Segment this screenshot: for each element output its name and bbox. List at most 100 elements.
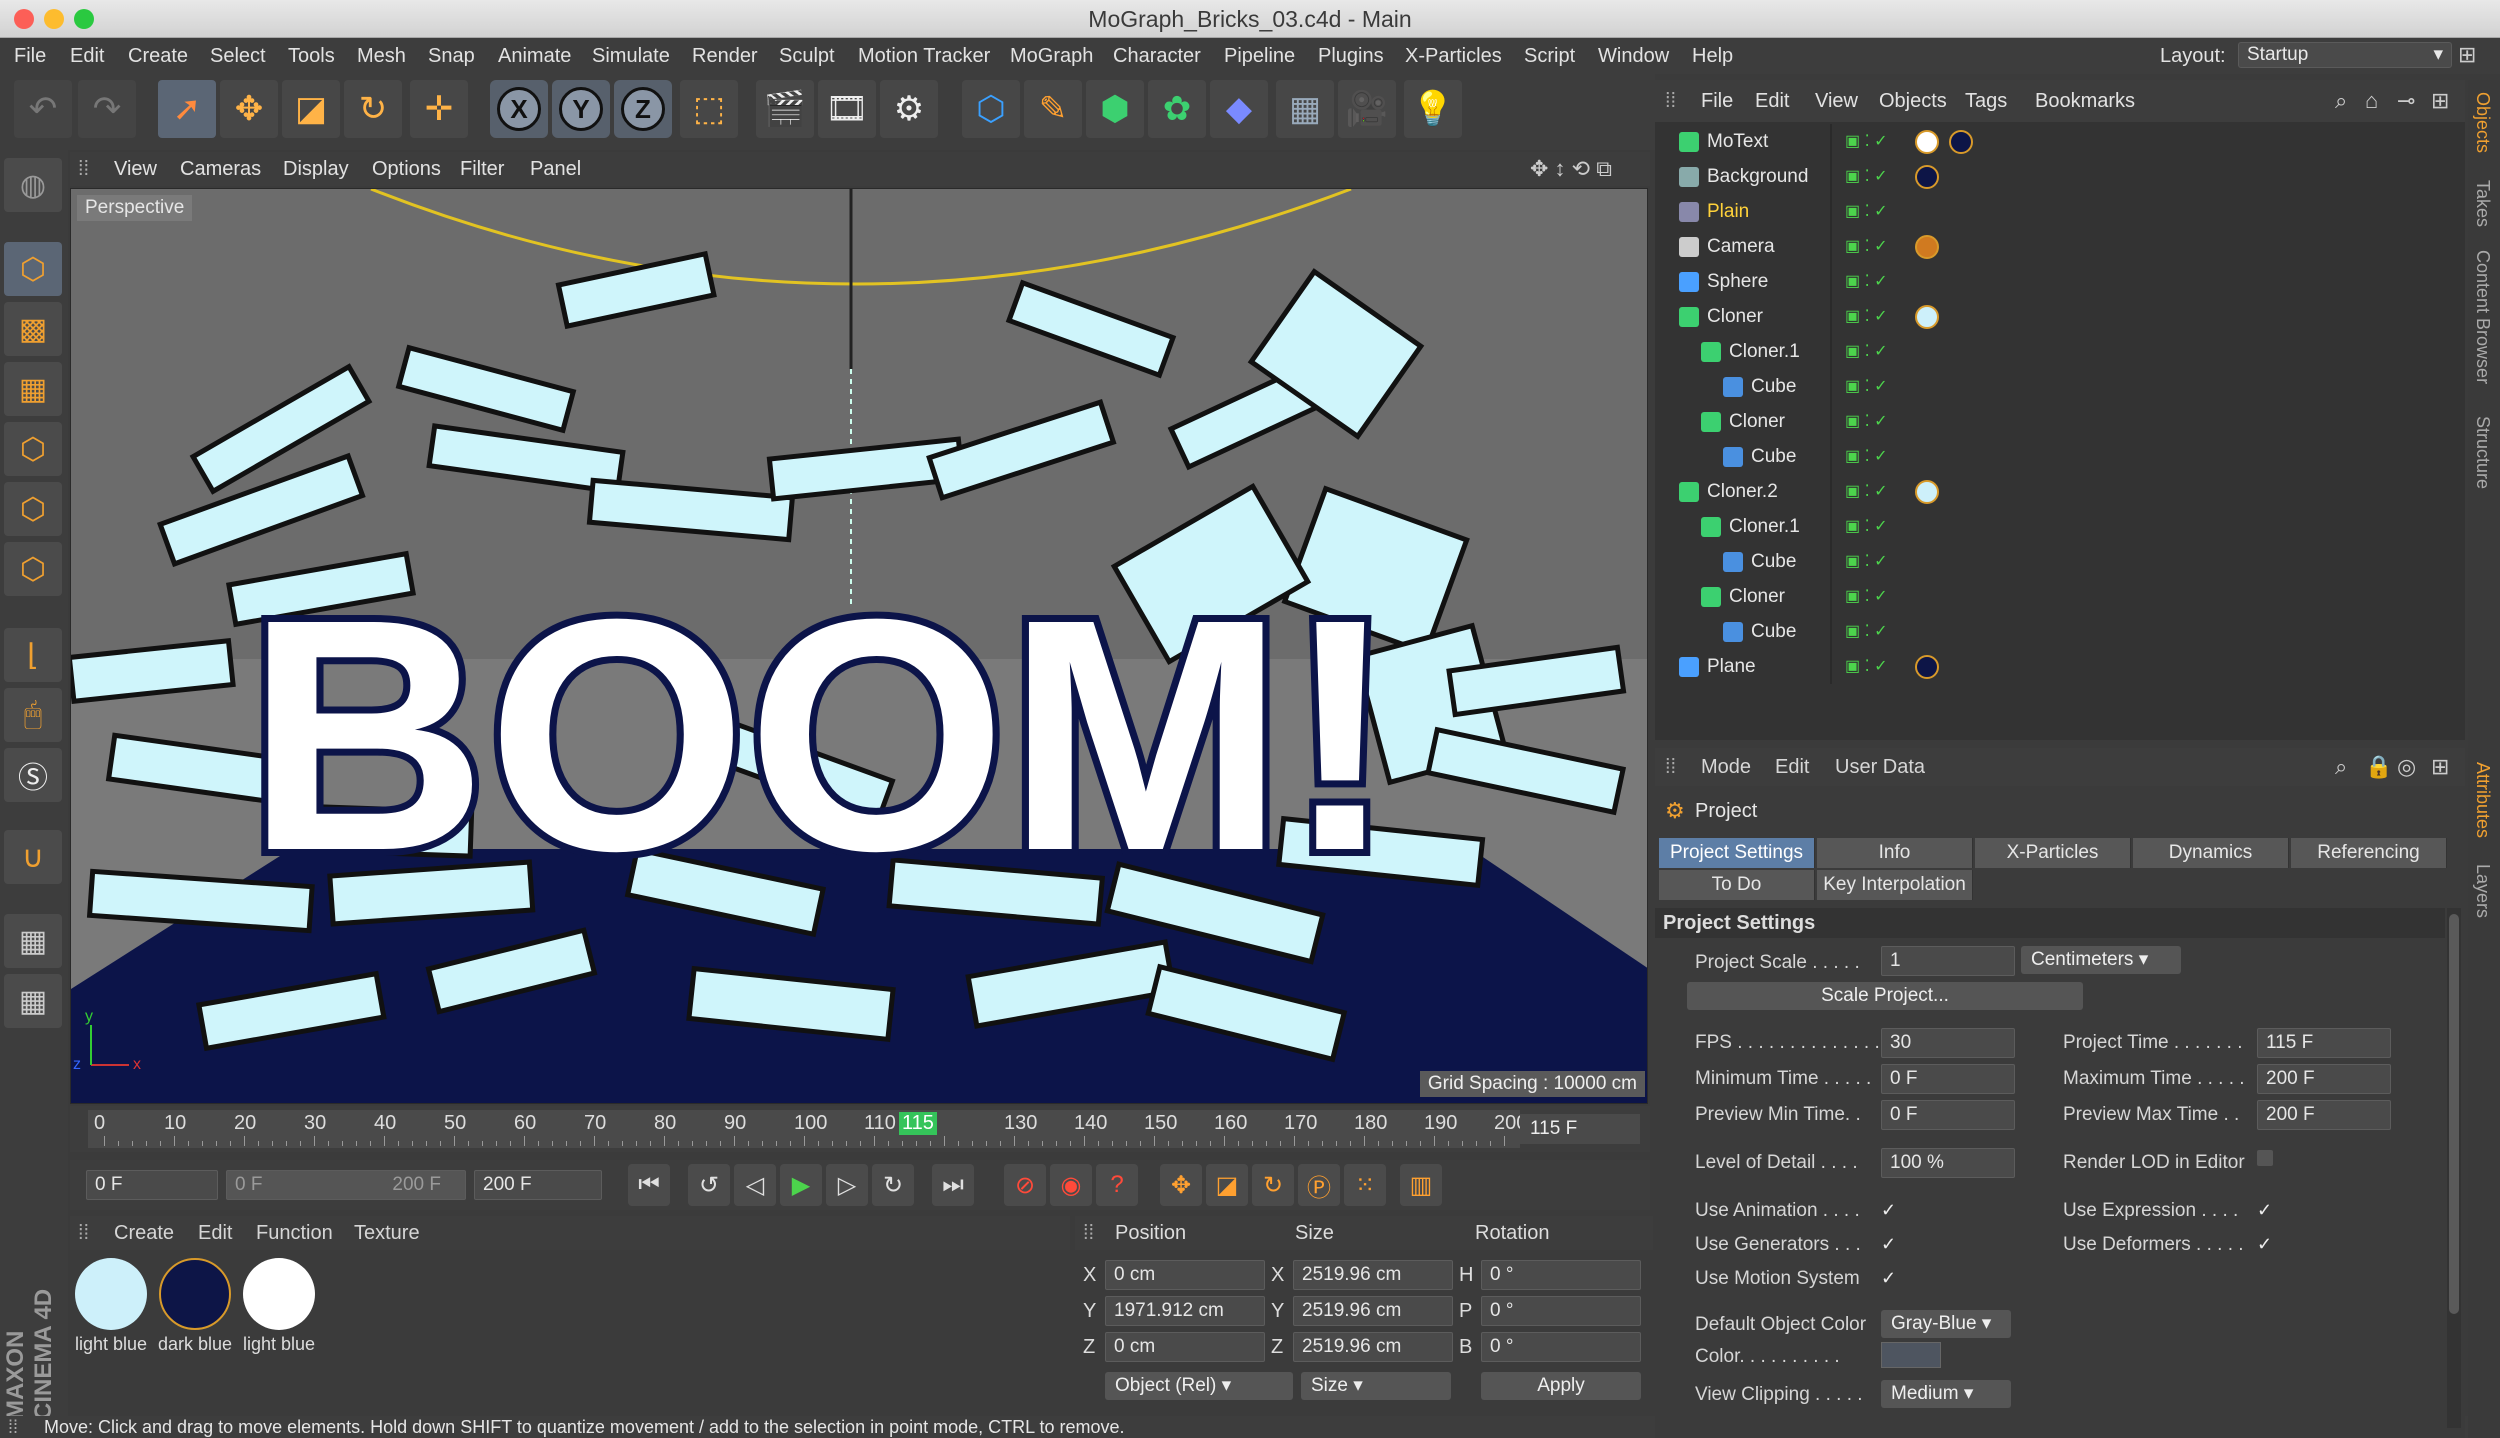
- next-frame-icon[interactable]: ▷: [826, 1164, 868, 1206]
- size-z-field[interactable]: 2519.96 cm: [1293, 1332, 1453, 1362]
- material-tag-icon[interactable]: [1915, 305, 1939, 329]
- rotation-b-field[interactable]: 0 °: [1481, 1332, 1641, 1362]
- material-swatch[interactable]: dark blue: [156, 1258, 234, 1355]
- render-settings-icon[interactable]: ⚙: [880, 80, 938, 138]
- menu-snap[interactable]: Snap: [428, 38, 475, 74]
- size-mode-select[interactable]: Size ▾: [1301, 1372, 1451, 1400]
- link-icon[interactable]: ⊸: [2397, 80, 2415, 122]
- material-tag-icon[interactable]: [1915, 655, 1939, 679]
- menu-mograph[interactable]: MoGraph: [1010, 38, 1093, 74]
- snap-icon[interactable]: ∪: [4, 830, 62, 884]
- use-generators-checkbox[interactable]: ✓: [1881, 1234, 1901, 1254]
- vp-menu-options[interactable]: Options: [372, 152, 441, 186]
- menu-create[interactable]: Create: [128, 38, 188, 74]
- key-rotation-icon[interactable]: ↻: [1252, 1164, 1294, 1206]
- size-x-field[interactable]: 2519.96 cm: [1293, 1260, 1453, 1290]
- play-icon[interactable]: ▶: [780, 1164, 822, 1206]
- search-icon[interactable]: ⌕: [2335, 80, 2347, 122]
- floor-icon[interactable]: ▦: [1276, 80, 1334, 138]
- object-row[interactable]: Sphere ▣ ⁚ ✓: [1655, 264, 2465, 299]
- pen-icon[interactable]: ✎: [1024, 80, 1082, 138]
- object-row[interactable]: Plain ▣ ⁚ ✓: [1655, 194, 2465, 229]
- tab-takes[interactable]: Takes: [2472, 180, 2493, 227]
- attr-menu-edit[interactable]: Edit: [1775, 748, 1809, 786]
- menu-x-particles[interactable]: X-Particles: [1405, 38, 1502, 74]
- close-window-button[interactable]: [14, 9, 34, 29]
- tab-project-settings[interactable]: Project Settings: [1659, 838, 1815, 868]
- axis-mode-icon[interactable]: ⌊: [4, 628, 62, 682]
- preview-min-field[interactable]: 0 F: [1881, 1100, 2015, 1130]
- mat-menu-texture[interactable]: Texture: [354, 1216, 420, 1250]
- apply-button[interactable]: Apply: [1481, 1372, 1641, 1400]
- visibility-toggle-icon[interactable]: ▣ ⁚ ✓: [1845, 264, 1888, 299]
- tweak-mode-icon[interactable]: 🖱: [4, 688, 62, 742]
- planar-workplane-icon[interactable]: ▦: [4, 974, 62, 1028]
- tab-info[interactable]: Info: [1817, 838, 1973, 868]
- subdivision-icon[interactable]: ⬢: [1086, 80, 1144, 138]
- object-row[interactable]: Plane ▣ ⁚ ✓: [1655, 649, 2465, 684]
- key-position-icon[interactable]: ✥: [1160, 1164, 1202, 1206]
- project-time-field[interactable]: 115 F: [2257, 1028, 2391, 1058]
- tab-x-particles[interactable]: X-Particles: [1975, 838, 2131, 868]
- menu-script[interactable]: Script: [1524, 38, 1575, 74]
- object-row[interactable]: Cloner.1 ▣ ⁚ ✓: [1655, 334, 2465, 369]
- home-icon[interactable]: ⌂: [2365, 80, 2378, 122]
- coordinate-system-icon[interactable]: ⬚: [680, 80, 738, 138]
- rotate-tool-icon[interactable]: ↻: [344, 80, 402, 138]
- use-animation-checkbox[interactable]: ✓: [1881, 1200, 1901, 1220]
- material-tag-icon[interactable]: [1915, 235, 1939, 259]
- object-row[interactable]: Background ▣ ⁚ ✓: [1655, 159, 2465, 194]
- object-row[interactable]: Cube ▣ ⁚ ✓: [1655, 614, 2465, 649]
- search-icon[interactable]: ⌕: [2335, 748, 2347, 786]
- use-motion-checkbox[interactable]: ✓: [1881, 1268, 1901, 1288]
- visibility-toggle-icon[interactable]: ▣ ⁚ ✓: [1845, 474, 1888, 509]
- use-deformers-checkbox[interactable]: ✓: [2257, 1234, 2277, 1254]
- preview-range-slider[interactable]: 0 F 200 F: [226, 1170, 466, 1200]
- record-keys-icon[interactable]: ⊘: [1004, 1164, 1046, 1206]
- start-frame-field[interactable]: 0 F: [86, 1170, 218, 1200]
- object-row[interactable]: Cloner ▣ ⁚ ✓: [1655, 579, 2465, 614]
- scale-tool-icon[interactable]: ◪: [282, 80, 340, 138]
- rotation-h-field[interactable]: 0 °: [1481, 1260, 1641, 1290]
- visibility-toggle-icon[interactable]: ▣ ⁚ ✓: [1845, 439, 1888, 474]
- position-z-field[interactable]: 0 cm: [1105, 1332, 1265, 1362]
- obj-menu-edit[interactable]: Edit: [1755, 80, 1789, 122]
- redo-icon[interactable]: ↷: [78, 80, 136, 138]
- lod-field[interactable]: 100 %: [1881, 1148, 2015, 1178]
- view-clipping-select[interactable]: Medium ▾: [1881, 1380, 2011, 1408]
- visibility-toggle-icon[interactable]: ▣ ⁚ ✓: [1845, 614, 1888, 649]
- object-row[interactable]: MoText ▣ ⁚ ✓: [1655, 124, 2465, 159]
- obj-menu-file[interactable]: File: [1701, 80, 1733, 122]
- menu-render[interactable]: Render: [692, 38, 758, 74]
- visibility-toggle-icon[interactable]: ▣ ⁚ ✓: [1845, 579, 1888, 614]
- visibility-toggle-icon[interactable]: ▣ ⁚ ✓: [1845, 229, 1888, 264]
- light-icon[interactable]: 💡: [1404, 80, 1462, 138]
- undo-icon[interactable]: ↶: [14, 80, 72, 138]
- position-y-field[interactable]: 1971.912 cm: [1105, 1296, 1265, 1326]
- next-key-icon[interactable]: ↻: [872, 1164, 914, 1206]
- autokey-icon[interactable]: ◉: [1050, 1164, 1092, 1206]
- key-pla-icon[interactable]: ⁙: [1344, 1164, 1386, 1206]
- position-x-field[interactable]: 0 cm: [1105, 1260, 1265, 1290]
- fps-field[interactable]: 30: [1881, 1028, 2015, 1058]
- key-parameter-icon[interactable]: Ⓟ: [1298, 1164, 1340, 1206]
- tab-key-interpolation[interactable]: Key Interpolation: [1817, 870, 1973, 900]
- tab-content-browser[interactable]: Content Browser: [2472, 250, 2493, 384]
- vp-menu-display[interactable]: Display: [283, 152, 349, 186]
- keyframe-selection-icon[interactable]: ?: [1096, 1164, 1138, 1206]
- model-mode-icon[interactable]: ⬡: [4, 242, 62, 296]
- cloner-icon[interactable]: ✿: [1148, 80, 1206, 138]
- move-tool-icon[interactable]: ✥: [220, 80, 278, 138]
- render-view-icon[interactable]: 🎬: [756, 80, 814, 138]
- deformer-icon[interactable]: ◆: [1210, 80, 1268, 138]
- mat-menu-create[interactable]: Create: [114, 1216, 174, 1250]
- menu-mesh[interactable]: Mesh: [357, 38, 406, 74]
- select-tool-icon[interactable]: ➚: [158, 80, 216, 138]
- visibility-toggle-icon[interactable]: ▣ ⁚ ✓: [1845, 509, 1888, 544]
- visibility-toggle-icon[interactable]: ▣ ⁚ ✓: [1845, 544, 1888, 579]
- end-frame-field[interactable]: 200 F: [474, 1170, 602, 1200]
- workplane-mode-icon[interactable]: ▦: [4, 362, 62, 416]
- object-row[interactable]: Camera ▣ ⁚ ✓: [1655, 229, 2465, 264]
- min-time-field[interactable]: 0 F: [1881, 1064, 2015, 1094]
- scale-unit-select[interactable]: Centimeters ▾: [2021, 946, 2181, 974]
